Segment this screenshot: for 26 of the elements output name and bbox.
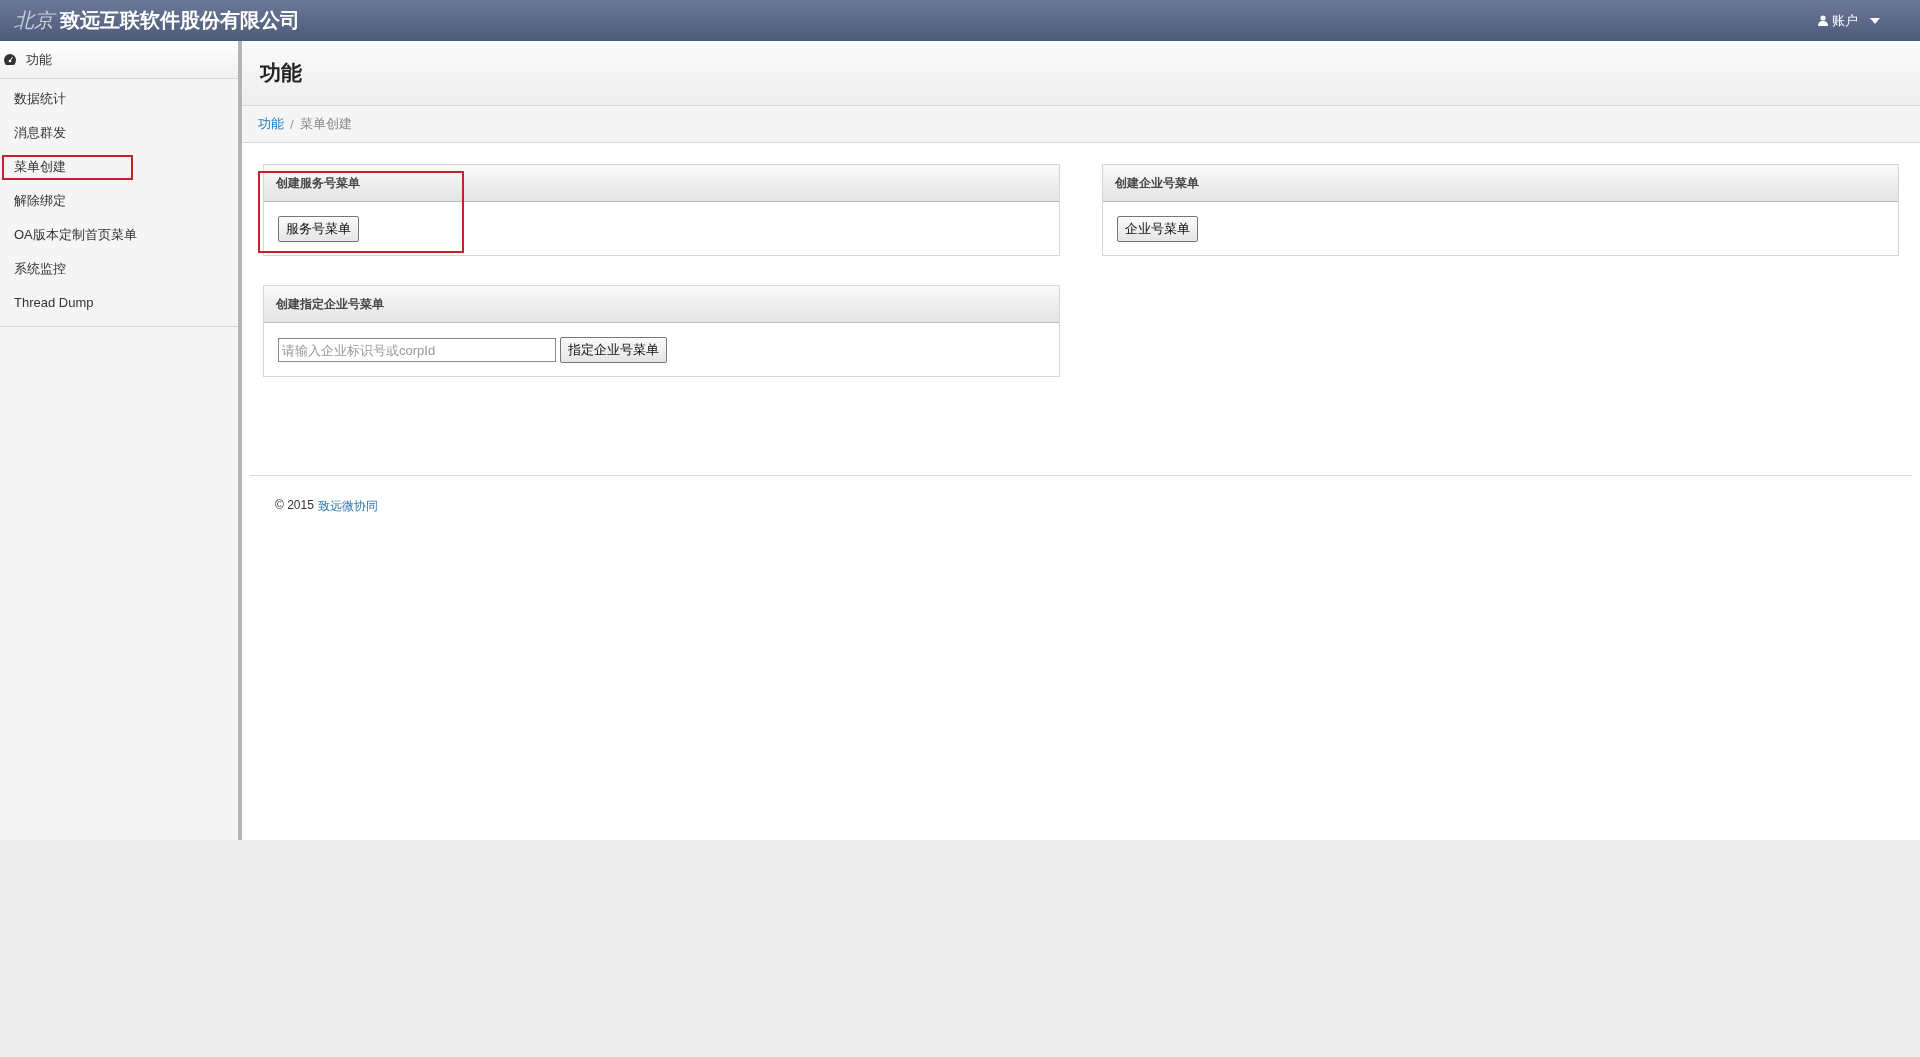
panel-title: 创建指定企业号菜单 [264, 286, 1059, 323]
sidebar-item[interactable]: 系统监控 [0, 252, 238, 286]
panel-title: 创建企业号菜单 [1103, 165, 1898, 202]
sidebar-item[interactable]: OA版本定制首页菜单 [0, 218, 238, 252]
brand-name: 致远互联软件股份有限公司 [60, 8, 300, 33]
sidebar-item[interactable]: 数据统计 [0, 82, 238, 116]
sidebar-item[interactable]: 消息群发 [0, 116, 238, 150]
panel-title: 创建服务号菜单 [264, 165, 1059, 202]
breadcrumb-separator: / [290, 116, 294, 132]
account-menu[interactable]: 账户 [1812, 10, 1886, 31]
corpid-input-field[interactable]: 请输入企业标识号或corpId [278, 338, 556, 362]
menu-button[interactable]: 指定企业号菜单 [560, 337, 667, 363]
sidebar-item[interactable]: 解除绑定 [0, 184, 238, 218]
breadcrumb-current: 菜单创建 [299, 115, 352, 133]
page-title: 功能 [260, 60, 302, 86]
sidebar-header-label: 功能 [26, 50, 52, 69]
sidebar-item[interactable]: Thread Dump [0, 286, 238, 320]
footer-link[interactable]: 致远微协同 [317, 498, 378, 515]
menu-button[interactable]: 服务号菜单 [278, 216, 359, 242]
caret-icon [1870, 17, 1880, 24]
user-icon [1818, 15, 1828, 26]
breadcrumb-link[interactable]: 功能 [258, 115, 284, 133]
menu-button[interactable]: 企业号菜单 [1117, 216, 1198, 242]
copyright-text: © 2015 [275, 498, 314, 514]
dashboard-icon [4, 54, 16, 65]
sidebar-item[interactable]: 菜单创建 [0, 150, 238, 184]
